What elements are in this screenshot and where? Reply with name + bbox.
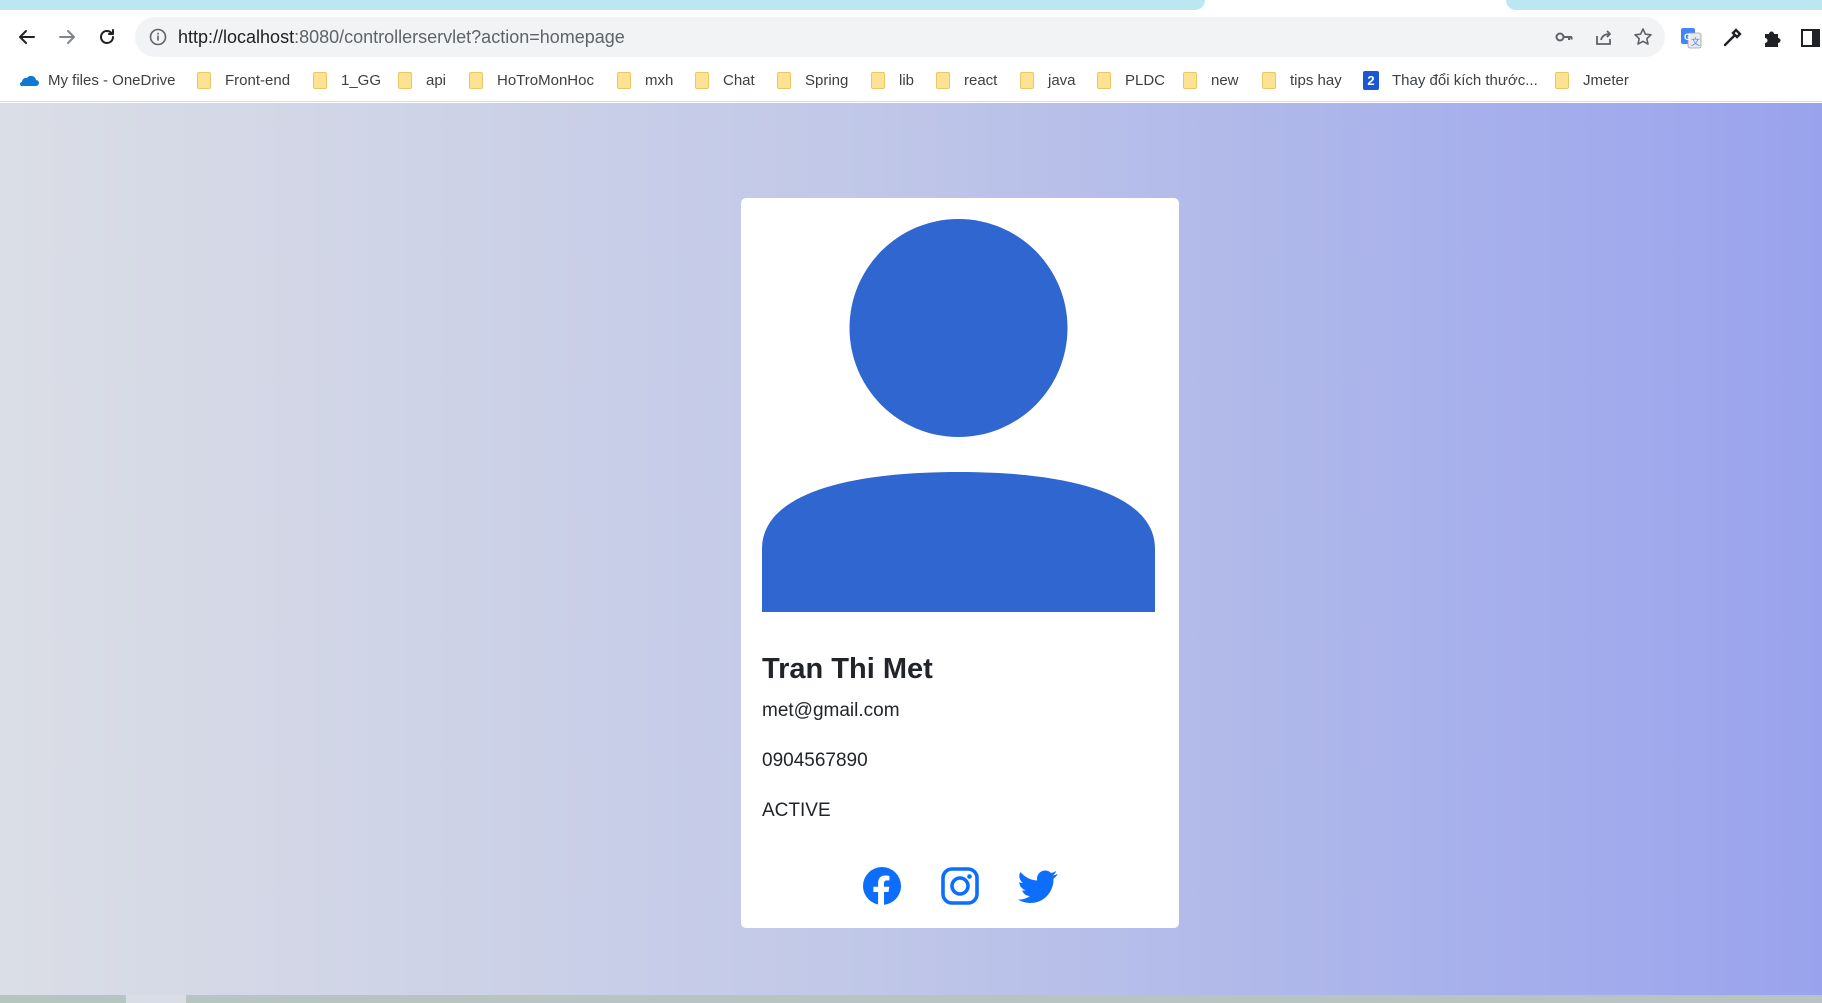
bookmark-jmeter[interactable]: Jmeter [1555,68,1629,92]
translate-icon: G 文 [1681,28,1702,49]
bookmark-react[interactable]: react [936,68,997,92]
folder-icon [197,71,211,89]
profile-status: ACTIVE [762,800,831,821]
svg-text:文: 文 [1691,36,1700,47]
bookmark-thay-doi-kich-thuoc[interactable]: 2 Thay đổi kích thước... [1363,68,1538,92]
scrollbar-thumb[interactable] [126,995,186,1003]
folder-icon [1555,71,1569,89]
share-icon [1596,30,1611,45]
bookmark-label: 1_GG [341,71,382,89]
twitter-icon [1017,870,1058,903]
bookmark-label: Chat [723,71,755,89]
star-icon [1634,28,1652,45]
bookmark-label: Front-end [225,71,291,89]
bookmark-1-gg[interactable]: 1_GG [313,68,381,92]
bookmark-label: lib [899,71,915,89]
bookmark-star-button[interactable] [1632,26,1654,48]
password-key-button[interactable] [1553,26,1575,48]
folder-icon [695,71,709,89]
extensions-button[interactable] [1760,26,1784,50]
bookmarks-bar: My files - OneDrive Front-end 1_GG api H… [0,60,1822,102]
share-button[interactable] [1593,26,1615,48]
url-host: http://localhost [178,27,295,47]
folder-icon [777,71,791,89]
reload-icon [100,29,114,44]
twitter-link[interactable] [1017,866,1058,906]
side-panel-button[interactable] [1798,26,1822,50]
bookmark-pldc[interactable]: PLDC [1097,68,1165,92]
bookmark-tips-hay[interactable]: tips hay [1262,68,1342,92]
url-text[interactable]: http://localhost:8080/controllerservlet?… [178,27,625,48]
forward-button[interactable] [52,22,82,52]
user-avatar-icon [762,219,1155,612]
folder-icon [398,71,412,89]
bookmark-lib[interactable]: lib [871,68,914,92]
arrow-right-icon [59,30,75,44]
site-2-icon: 2 [1363,70,1379,90]
profile-card: Tran Thi Met met@gmail.com 0904567890 AC… [741,198,1179,928]
bookmark-label: react [964,71,998,89]
bookmark-label: mxh [645,71,674,89]
svg-text:G: G [1684,32,1691,42]
bookmark-label: Jmeter [1583,71,1629,89]
folder-icon [1097,71,1111,89]
bookmark-new[interactable]: new [1183,68,1239,92]
address-bar[interactable]: http://localhost:8080/controllerservlet?… [135,17,1665,57]
page-background: Tran Thi Met met@gmail.com 0904567890 AC… [0,103,1822,1003]
bookmark-label: HoTroMonHoc [497,71,594,89]
bookmark-label: api [426,71,447,89]
bookmark-api[interactable]: api [398,68,446,92]
folder-icon [313,71,327,89]
reload-button[interactable] [92,22,122,52]
side-panel-icon [1801,29,1820,47]
bookmark-front-end[interactable]: Front-end [197,68,290,92]
google-translate-extension[interactable]: G 文 [1679,26,1703,50]
eyedropper-extension[interactable] [1720,26,1744,50]
bookmark-hotromonhoc[interactable]: HoTroMonHoc [469,68,594,92]
inactive-tabs-left[interactable] [0,0,1205,10]
bookmark-label: tips hay [1290,71,1342,89]
url-path: :8080/controllerservlet?action=homepage [294,27,625,47]
bookmark-label: java [1048,71,1076,89]
bookmark-label: PLDC [1125,71,1166,89]
arrow-left-icon [19,30,35,44]
onedrive-icon [20,75,39,86]
tab-strip [0,0,1822,14]
folder-icon [1020,71,1034,89]
profile-email: met@gmail.com [762,700,900,721]
folder-icon [617,71,631,89]
browser-toolbar: http://localhost:8080/controllerservlet?… [0,14,1822,60]
profile-name: Tran Thi Met [762,653,933,685]
instagram-link[interactable] [940,866,980,906]
bookmark-label: My files - OneDrive [48,71,176,89]
folder-icon [936,71,950,89]
facebook-icon [863,867,901,906]
horizontal-scrollbar[interactable] [0,995,1822,1003]
folder-icon [469,71,483,89]
inactive-tabs-right[interactable] [1506,0,1822,10]
facebook-link[interactable] [862,866,902,906]
folder-icon [1183,71,1197,89]
folder-icon [871,71,885,89]
instagram-icon [941,867,979,905]
bookmark-label: Thay đổi kích thước... [1392,71,1538,89]
folder-icon [1262,71,1276,89]
bookmark-label: Spring [805,71,849,89]
bookmark-spring[interactable]: Spring [777,68,848,92]
eyedropper-icon [1723,28,1742,47]
bookmark-onedrive[interactable]: My files - OneDrive [17,68,176,92]
bookmark-chat[interactable]: Chat [695,68,755,92]
puzzle-icon [1765,31,1781,47]
bookmark-label: new [1211,71,1239,89]
profile-phone: 0904567890 [762,750,868,771]
back-button[interactable] [12,22,42,52]
bookmark-java[interactable]: java [1020,68,1076,92]
info-icon[interactable] [149,28,167,46]
social-links [741,866,1179,906]
key-icon [1555,32,1573,42]
bookmark-mxh[interactable]: mxh [617,68,673,92]
